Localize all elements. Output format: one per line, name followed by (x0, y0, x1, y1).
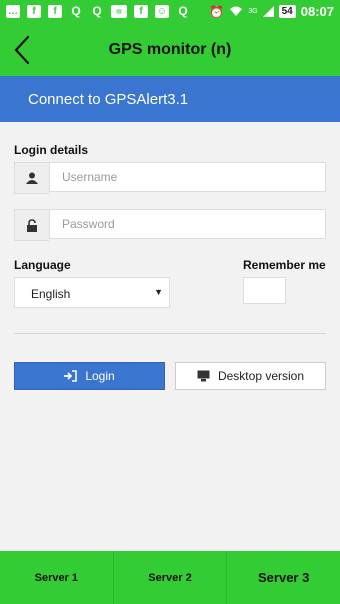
tab-server-2[interactable]: Server 2 (114, 551, 228, 604)
tab-server-1[interactable]: Server 1 (0, 551, 114, 604)
q-icon: Q (71, 4, 81, 18)
desktop-version-button[interactable]: Desktop version (175, 362, 326, 390)
news-icon: ▤ (111, 4, 127, 18)
tab-server-3[interactable]: Server 3 (227, 551, 340, 604)
facebook-icon: f (48, 4, 62, 18)
facebook-icon: f (134, 4, 148, 18)
language-label: Language (14, 258, 71, 272)
login-button[interactable]: Login (14, 362, 165, 390)
language-select[interactable]: English ▼ (14, 277, 170, 308)
username-field[interactable] (49, 162, 326, 192)
login-details-label: Login details (14, 143, 89, 157)
login-label: Login (85, 369, 115, 383)
page-title: GPS monitor (n) (108, 41, 232, 58)
username-group (14, 162, 326, 194)
wifi-icon (230, 6, 243, 16)
emoji-icon: ☺ (155, 4, 169, 18)
desktop-icon (197, 370, 210, 382)
remember-me-label: Remember me (243, 258, 326, 272)
password-field[interactable] (49, 209, 326, 239)
lock-icon (14, 209, 49, 241)
desktop-version-label: Desktop version (217, 369, 305, 383)
app-bar: GPS monitor (n) (0, 24, 340, 76)
q-icon: Q (178, 4, 188, 18)
clock: 08:07 (300, 4, 334, 19)
user-icon (14, 162, 49, 194)
q-icon: Q (92, 4, 102, 18)
system-icons: ⏰ 3G 54 08:07 (209, 4, 334, 19)
remember-me-checkbox[interactable] (243, 277, 286, 304)
alarm-icon: ⏰ (209, 4, 225, 19)
caret-down-icon: ▼ (154, 287, 163, 297)
status-bar: … f f Q Q ▤ f ☺ Q ⏰ 3G 54 08:07 (0, 0, 340, 24)
sign-in-icon (64, 370, 78, 382)
facebook-icon: f (27, 4, 41, 18)
banner-text: Connect to GPSAlert3.1 (28, 91, 189, 108)
battery-level: 54 (278, 5, 296, 18)
language-value: English (31, 287, 71, 301)
chat-icon: … (6, 4, 20, 18)
password-group (14, 209, 326, 241)
divider (14, 333, 326, 334)
network-type: 3G (248, 8, 258, 15)
connect-banner: Connect to GPSAlert3.1 (0, 76, 340, 122)
signal-icon (262, 6, 274, 17)
server-tab-bar: Server 1 Server 2 Server 3 (0, 551, 340, 604)
notification-icons: … f f Q Q ▤ f ☺ Q (6, 4, 190, 18)
